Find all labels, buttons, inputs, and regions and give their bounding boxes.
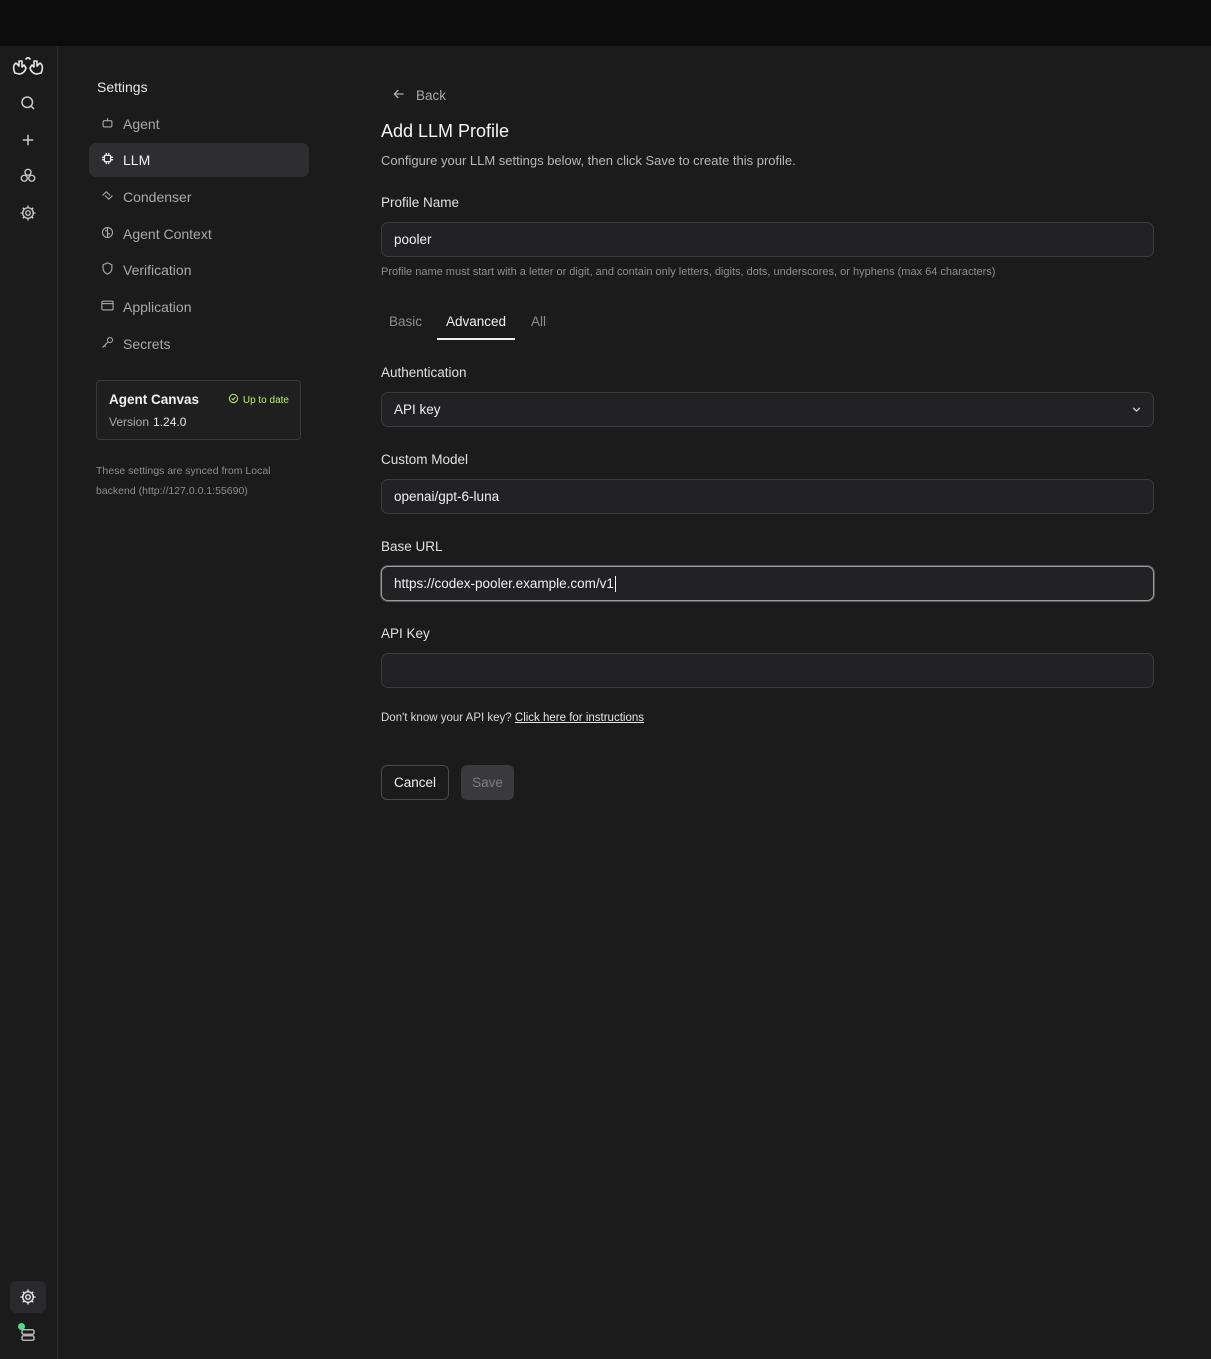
plus-icon[interactable] [15, 127, 41, 153]
sync-note: These settings are synced from Local bac… [96, 465, 271, 497]
arrow-left-icon [391, 86, 407, 105]
shield-icon [100, 261, 115, 279]
version-card: Agent Canvas Up to date Version 1.24.0 [96, 380, 301, 440]
authentication-label: Authentication [381, 365, 467, 380]
update-status-badge: Up to date [228, 393, 289, 407]
sidebar-item-label: Application [123, 299, 192, 315]
sidebar-item-application[interactable]: Application [89, 290, 309, 324]
sidebar-item-label: Verification [123, 262, 192, 278]
version-info: Version 1.24.0 [109, 415, 187, 429]
chevron-down-icon [1130, 403, 1143, 416]
custom-model-label: Custom Model [381, 452, 469, 467]
sidebar-item-label: Agent Context [123, 226, 212, 242]
tab-advanced[interactable]: Advanced [446, 314, 506, 329]
text-caret [614, 575, 616, 592]
key-icon [100, 335, 115, 353]
check-circle-icon [228, 393, 239, 407]
settings-gear-icon[interactable] [15, 200, 41, 226]
window-titlebar [0, 0, 1211, 46]
active-tab-indicator [437, 338, 515, 340]
sidebar-item-label: Secrets [123, 336, 171, 352]
sidebar-item-label: Condenser [123, 189, 192, 205]
api-key-help: Don't know your API key? Click here for … [381, 712, 644, 724]
page-subtitle: Configure your LLM settings below, then … [381, 153, 796, 168]
cluster-icon[interactable] [15, 163, 41, 189]
icon-rail [0, 46, 58, 1359]
settings-title: Settings [97, 79, 148, 95]
profile-name-label: Profile Name [381, 195, 460, 210]
chip-icon [100, 151, 115, 169]
profile-name-hint: Profile name must start with a letter or… [381, 266, 996, 278]
app-name: Agent Canvas [109, 392, 200, 407]
custom-model-input[interactable]: openai/gpt-6-luna [381, 479, 1154, 514]
authentication-select[interactable]: API key [381, 392, 1154, 427]
back-button[interactable]: Back [391, 86, 446, 105]
sidebar-item-condenser[interactable]: Condenser [89, 180, 309, 214]
api-key-label: API Key [381, 626, 430, 641]
save-button[interactable]: Save [461, 765, 514, 800]
compress-icon [100, 188, 115, 206]
instructions-link[interactable]: Click here for instructions [515, 712, 644, 724]
search-icon[interactable] [15, 90, 41, 116]
window-icon [100, 298, 115, 316]
tab-basic[interactable]: Basic [389, 314, 422, 329]
brain-icon [100, 225, 115, 243]
page-title: Add LLM Profile [381, 121, 510, 141]
cancel-button[interactable]: Cancel [381, 765, 449, 800]
robot-icon [100, 115, 115, 133]
sidebar-item-agent-context[interactable]: Agent Context [89, 217, 309, 251]
hands-logo-icon[interactable] [11, 54, 45, 80]
profile-name-input[interactable]: pooler [381, 222, 1154, 257]
sidebar-item-label: LLM [123, 152, 151, 168]
api-key-input[interactable] [381, 653, 1154, 688]
sidebar-item-secrets[interactable]: Secrets [89, 327, 309, 361]
base-url-input[interactable]: https://codex-pooler.example.com/v1 [381, 566, 1154, 601]
settings-active-icon[interactable] [10, 1281, 46, 1313]
base-url-label: Base URL [381, 539, 443, 554]
version-number: 1.24.0 [153, 415, 187, 429]
online-status-dot [18, 1323, 25, 1330]
sidebar-item-agent[interactable]: Agent [89, 107, 309, 141]
tab-all[interactable]: All [531, 314, 546, 329]
sidebar-item-label: Agent [123, 116, 160, 132]
sidebar-item-verification[interactable]: Verification [89, 253, 309, 287]
sidebar-item-llm[interactable]: LLM [89, 143, 309, 177]
